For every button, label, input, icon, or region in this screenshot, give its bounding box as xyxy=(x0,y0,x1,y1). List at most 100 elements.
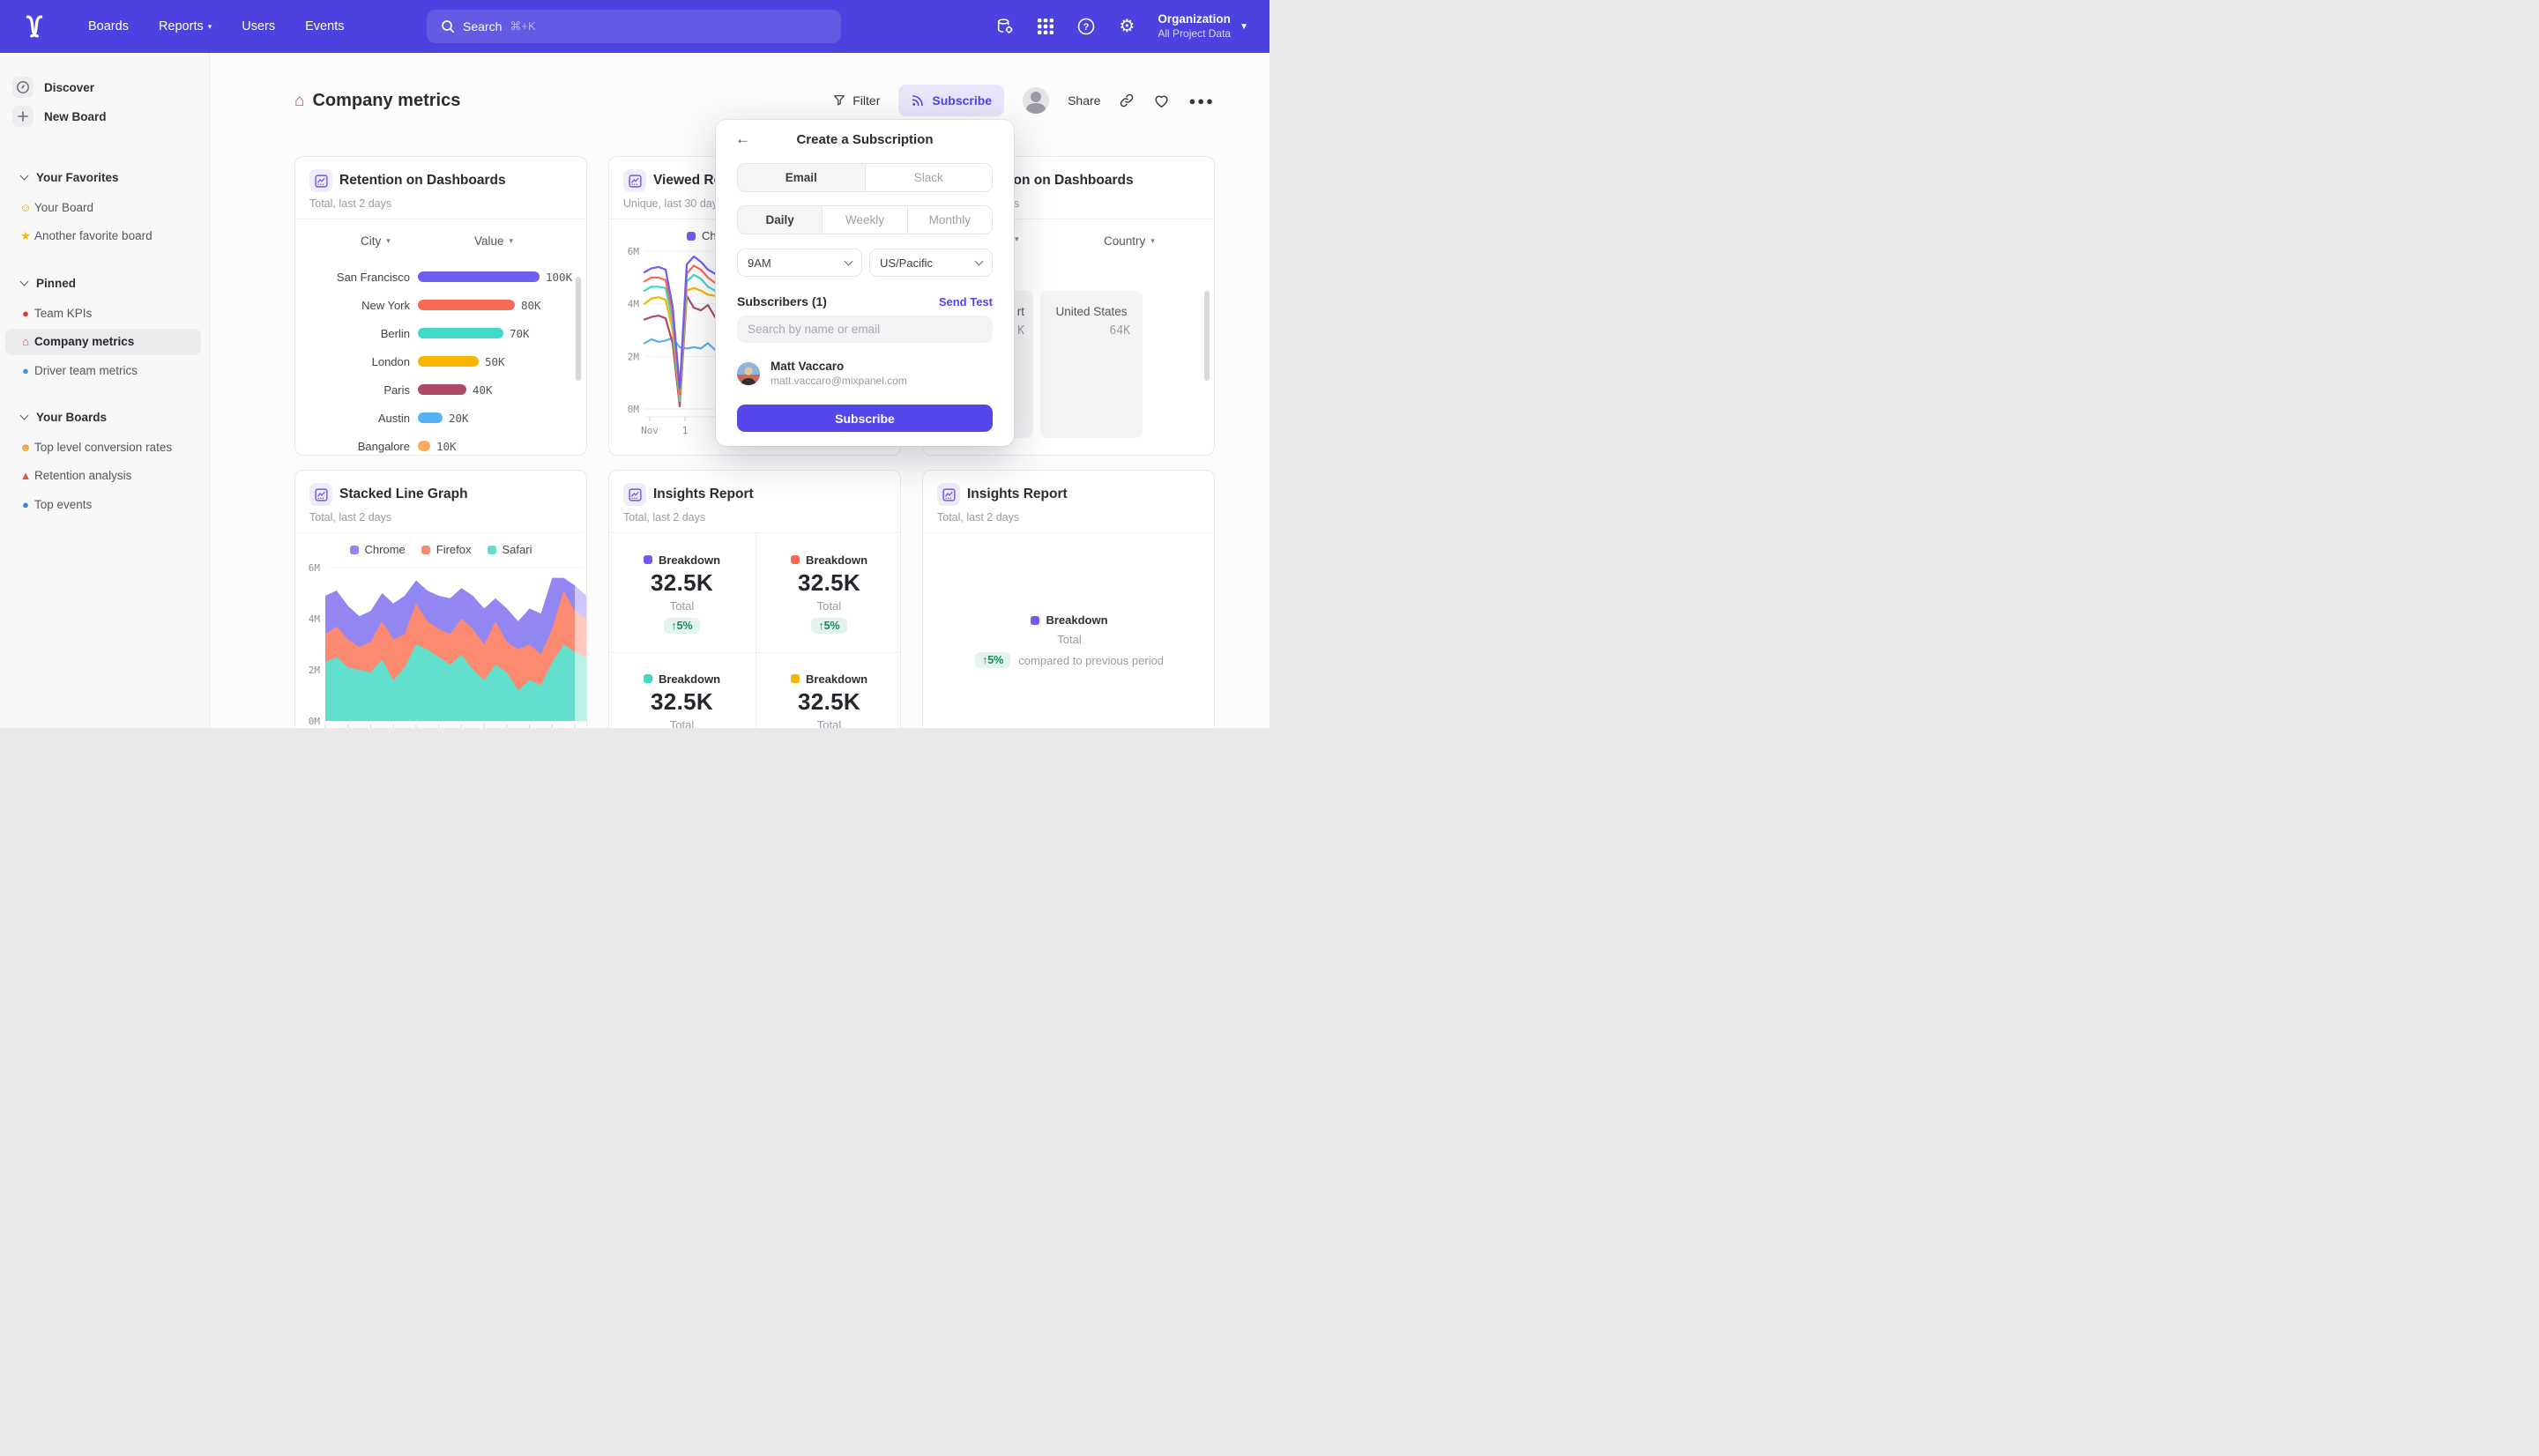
favorite-heart-button[interactable] xyxy=(1153,93,1170,109)
create-subscription-modal: ← Create a Subscription Email Slack Dail… xyxy=(716,120,1014,446)
sidebar-item-another-favorite-board[interactable]: ★Another favorite board xyxy=(5,223,201,249)
table-row[interactable]: Bangalore10K xyxy=(295,432,587,456)
help-icon[interactable]: ? xyxy=(1076,17,1096,36)
tab-monthly[interactable]: Monthly xyxy=(907,206,992,234)
bar-fill xyxy=(418,300,515,310)
time-select[interactable]: 9AM xyxy=(737,249,862,277)
filter-button[interactable]: Filter xyxy=(832,93,880,108)
bar xyxy=(418,412,443,423)
country-value: 64K xyxy=(1110,324,1130,338)
link-icon xyxy=(1119,93,1135,108)
data-management-icon[interactable] xyxy=(995,17,1015,36)
org-switcher[interactable]: Organization All Project Data ▼ xyxy=(1158,12,1248,41)
chevron-down-icon xyxy=(975,257,984,266)
search-input[interactable]: Search ⌘+K xyxy=(427,10,841,43)
series-color-dot xyxy=(791,555,800,564)
nav-item-users[interactable]: Users xyxy=(242,19,275,33)
table-row[interactable]: Austin 20K xyxy=(295,404,587,432)
scrollbar[interactable] xyxy=(576,277,581,381)
country-name: United States xyxy=(1040,305,1143,318)
rss-icon xyxy=(911,93,925,108)
sidebar-item-your-board[interactable]: ☺Your Board xyxy=(5,194,201,220)
compass-icon xyxy=(12,77,34,98)
sidebar-item-driver-team-metrics[interactable]: ●Driver team metrics xyxy=(5,357,201,383)
settings-gear-icon[interactable]: ⚙ xyxy=(1117,17,1136,36)
sidebar-item-top-events[interactable]: ●Top events xyxy=(5,491,201,517)
subscriber-row[interactable]: Matt Vaccaro matt.vaccaro@mixpanel.com xyxy=(737,360,993,390)
tab-daily[interactable]: Daily xyxy=(738,206,822,234)
board-item-label: Team KPIs xyxy=(34,307,92,320)
metric-block: Breakdown Total ↑5% compared to previous… xyxy=(923,613,1215,668)
mixpanel-logo-icon[interactable] xyxy=(23,15,46,38)
chevron-down-icon: ▾ xyxy=(386,236,391,246)
subscribe-button[interactable]: Subscribe xyxy=(898,85,1004,116)
table-row[interactable]: San Francisco100K xyxy=(295,263,587,291)
sidebar-item-retention-analysis[interactable]: ▲Retention analysis xyxy=(5,463,201,489)
chevron-down-icon: ▾ xyxy=(1015,234,1019,244)
table-row[interactable]: London50K xyxy=(295,347,587,375)
tab-email[interactable]: Email xyxy=(738,164,865,191)
metric-header: Breakdown xyxy=(644,553,720,567)
sidebar-item-top-level-conversion-rates[interactable]: ☻Top level conversion rates xyxy=(5,434,201,460)
sidebar-section-your-boards[interactable]: Your Boards xyxy=(0,405,210,428)
report-chart-icon xyxy=(937,483,960,506)
section-label: Pinned xyxy=(36,277,76,290)
timezone-select[interactable]: US/Pacific xyxy=(869,249,993,277)
board-item-label: Driver team metrics xyxy=(34,364,138,377)
sidebar-item-discover[interactable]: Discover xyxy=(0,74,210,100)
nav-item-events[interactable]: Events xyxy=(305,19,344,33)
more-options-button[interactable]: ●●● xyxy=(1188,94,1215,108)
send-test-link[interactable]: Send Test xyxy=(939,295,993,308)
city-label: San Francisco xyxy=(304,271,410,284)
sidebar-item-label: Discover xyxy=(44,81,94,94)
delta-badge: ↑5% xyxy=(811,618,846,634)
table-row[interactable]: Berlin70K xyxy=(295,319,587,347)
series-color-dot xyxy=(644,674,652,683)
page-actions: Filter Subscribe Share ●●● xyxy=(832,85,1215,116)
nav-item-label: Reports xyxy=(159,19,204,33)
city-label: Austin xyxy=(304,412,410,425)
share-button[interactable]: Share xyxy=(1068,93,1100,108)
metric-value: 32.5K xyxy=(798,688,860,716)
sidebar-section-pinned[interactable]: Pinned xyxy=(0,271,210,294)
column-header-value[interactable]: Value▾ xyxy=(474,234,513,248)
card-subtitle: Unique, last 30 days xyxy=(623,197,723,210)
avatar[interactable] xyxy=(1023,87,1049,114)
column-header-hidden[interactable]: ▾ xyxy=(1015,234,1019,244)
column-header-country[interactable]: Country▾ xyxy=(1104,234,1155,248)
copy-link-button[interactable] xyxy=(1119,93,1135,108)
svg-text:0M: 0M xyxy=(628,404,640,415)
tab-weekly[interactable]: Weekly xyxy=(822,206,906,234)
modal-subscribe-button[interactable]: Subscribe xyxy=(737,405,993,432)
occluded-name-fragment: rt xyxy=(1017,305,1024,318)
column-header-city[interactable]: City▾ xyxy=(361,234,391,248)
sidebar-item-company-metrics[interactable]: ⌂Company metrics xyxy=(5,329,201,355)
subscriber-search-input[interactable] xyxy=(737,316,993,343)
bar-fill xyxy=(418,271,540,282)
tab-slack[interactable]: Slack xyxy=(865,164,993,191)
board-emoji: ● xyxy=(18,364,34,377)
time-select-value: 9AM xyxy=(748,256,771,270)
board-emoji: ⌂ xyxy=(294,92,304,111)
country-cell-united-states: United States 64K xyxy=(1040,291,1143,438)
sidebar-item-new-board[interactable]: New Board xyxy=(0,103,210,130)
bar-fill xyxy=(418,441,430,451)
city-label: Berlin xyxy=(304,327,410,340)
nav-item-boards[interactable]: Boards xyxy=(88,19,129,33)
nav-item-reports[interactable]: Reports▾ xyxy=(159,19,212,33)
apps-grid-icon[interactable] xyxy=(1036,17,1055,36)
sidebar-item-team-kpis[interactable]: ●Team KPIs xyxy=(5,300,201,326)
table-row[interactable]: New York80K xyxy=(295,291,587,319)
chevron-down-icon xyxy=(845,257,853,266)
share-label: Share xyxy=(1068,93,1100,108)
scrollbar[interactable] xyxy=(1204,291,1210,381)
table-row[interactable]: Paris40K xyxy=(295,375,587,404)
metric-sub: Total xyxy=(817,599,841,613)
bar xyxy=(418,441,430,451)
sidebar-section-your-favorites[interactable]: Your Favorites xyxy=(0,166,210,189)
chevron-down-icon xyxy=(20,172,29,181)
metric-value: 32.5K xyxy=(651,688,713,716)
bar-value: 20K xyxy=(449,412,469,425)
legend-item-safari: Safari xyxy=(488,543,532,556)
metric-label: Breakdown xyxy=(806,553,867,567)
